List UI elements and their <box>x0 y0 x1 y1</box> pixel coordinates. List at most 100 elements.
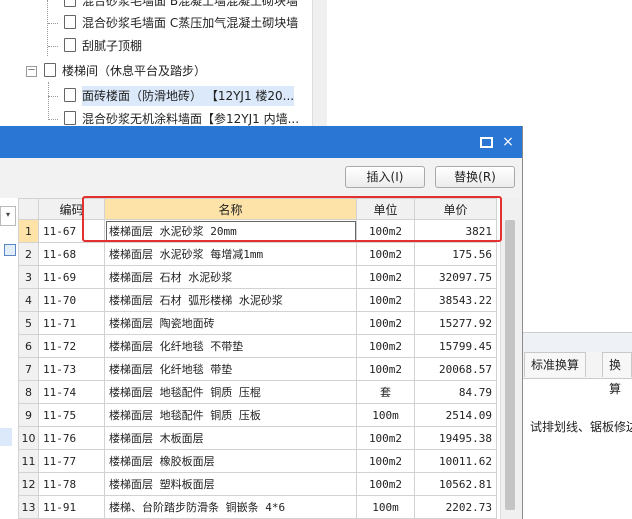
unit-cell[interactable]: 100m2 <box>356 426 415 450</box>
dialog-titlebar[interactable]: × <box>0 126 522 158</box>
price-cell[interactable]: 84.79 <box>414 380 497 404</box>
tree-item[interactable]: 面砖楼面（防滑地砖） 【12YJ1 楼20... <box>64 86 295 106</box>
name-cell[interactable]: 楼梯面层 水泥砂浆 20mm <box>104 219 357 243</box>
unit-cell[interactable]: 100m2 <box>356 472 415 496</box>
name-cell[interactable]: 楼梯面层 地毯配件 铜质 压棍 <box>104 380 357 404</box>
price-cell[interactable]: 32097.75 <box>414 265 497 289</box>
tab-conversion[interactable]: 换算 <box>602 352 632 396</box>
code-cell[interactable]: 11-73 <box>38 357 105 381</box>
name-cell[interactable]: 楼梯面层 木板面层 <box>104 426 357 450</box>
unit-cell[interactable]: 100m2 <box>356 242 415 266</box>
code-cell[interactable]: 11-71 <box>38 311 105 335</box>
row-number[interactable]: 9 <box>18 403 39 427</box>
name-cell[interactable]: 楼梯面层 塑料板面层 <box>104 472 357 496</box>
table-row[interactable]: 5 11-71 楼梯面层 陶瓷地面砖 100m2 15277.92 <box>18 311 497 335</box>
table-row[interactable]: 9 11-75 楼梯面层 地毯配件 铜质 压板 100m 2514.09 <box>18 403 497 427</box>
price-cell[interactable]: 38543.22 <box>414 288 497 312</box>
row-number[interactable]: 10 <box>18 426 39 450</box>
folder-icon[interactable] <box>4 244 16 256</box>
unit-cell[interactable]: 100m <box>356 495 415 519</box>
table-row[interactable]: 8 11-74 楼梯面层 地毯配件 铜质 压棍套 84.79 <box>18 380 497 404</box>
price-cell[interactable]: 15799.45 <box>414 334 497 358</box>
column-header-unit[interactable]: 单位 <box>356 198 415 220</box>
maximize-icon[interactable] <box>480 137 493 148</box>
price-cell[interactable]: 175.56 <box>414 242 497 266</box>
scrollbar-thumb[interactable] <box>505 220 515 510</box>
price-cell[interactable]: 15277.92 <box>414 311 497 335</box>
insert-button[interactable]: 插入(I) <box>345 166 425 188</box>
unit-cell[interactable]: 100m2 <box>356 265 415 289</box>
grid-scrollbar[interactable] <box>500 198 521 519</box>
price-cell[interactable]: 20068.57 <box>414 357 497 381</box>
code-cell[interactable]: 11-77 <box>38 449 105 473</box>
column-header-price[interactable]: 单价 <box>414 198 497 220</box>
row-number[interactable]: 7 <box>18 357 39 381</box>
name-cell[interactable]: 楼梯、台阶踏步防滑条 铜嵌条 4*6 <box>104 495 357 519</box>
price-cell[interactable]: 3821 <box>414 219 497 243</box>
row-number[interactable]: 1 <box>18 219 39 243</box>
code-cell[interactable]: 11-78 <box>38 472 105 496</box>
name-cell[interactable]: 楼梯面层 水泥砂浆 每增减1mm <box>104 242 357 266</box>
unit-cell[interactable]: 100m <box>356 403 415 427</box>
column-header-name[interactable]: 名称 <box>104 198 357 220</box>
name-cell[interactable]: 楼梯面层 陶瓷地面砖 <box>104 311 357 335</box>
price-cell[interactable]: 2202.73 <box>414 495 497 519</box>
row-number[interactable]: 13 <box>18 495 39 519</box>
unit-cell[interactable]: 100m2 <box>356 311 415 335</box>
tree-item[interactable]: 刮腻子顶棚 <box>64 36 142 56</box>
collapse-toggle[interactable]: － <box>26 66 37 77</box>
name-cell[interactable]: 楼梯面层 地毯配件 铜质 压板 <box>104 403 357 427</box>
row-number[interactable]: 4 <box>18 288 39 312</box>
table-row[interactable]: 1 11-67 楼梯面层 水泥砂浆 20mm 100m2 3821 <box>18 219 497 243</box>
name-cell[interactable]: 楼梯面层 化纤地毯 不带垫 <box>104 334 357 358</box>
code-cell[interactable]: 11-68 <box>38 242 105 266</box>
name-cell[interactable]: 楼梯面层 化纤地毯 带垫 <box>104 357 357 381</box>
chevron-down-icon[interactable]: ▾ <box>0 206 16 226</box>
code-cell[interactable]: 11-67 <box>38 219 105 243</box>
price-cell[interactable]: 19495.38 <box>414 426 497 450</box>
name-cell[interactable]: 楼梯面层 石材 弧形楼梯 水泥砂浆 <box>104 288 357 312</box>
table-row[interactable]: 13 11-91 楼梯、台阶踏步防滑条 铜嵌条 4*6 100m 2202.73 <box>18 495 497 519</box>
row-number[interactable]: 2 <box>18 242 39 266</box>
tab-standard-conversion[interactable]: 标准换算 <box>524 352 587 377</box>
unit-cell[interactable]: 100m2 <box>356 288 415 312</box>
code-cell[interactable]: 11-74 <box>38 380 105 404</box>
row-number[interactable]: 3 <box>18 265 39 289</box>
tree-item-folder[interactable]: 楼梯间（休息平台及踏步） <box>44 61 206 81</box>
unit-cell[interactable]: 100m2 <box>356 334 415 358</box>
replace-button[interactable]: 替换(R) <box>435 166 515 188</box>
unit-cell[interactable]: 100m2 <box>356 449 415 473</box>
column-header-code[interactable]: 编码 <box>38 198 105 220</box>
code-cell[interactable]: 11-72 <box>38 334 105 358</box>
table-row[interactable]: 12 11-78 楼梯面层 塑料板面层 100m2 10562.81 <box>18 472 497 496</box>
close-icon[interactable]: × <box>500 134 516 150</box>
code-cell[interactable]: 11-76 <box>38 426 105 450</box>
table-row[interactable]: 4 11-70 楼梯面层 石材 弧形楼梯 水泥砂浆 100m2 38543.22 <box>18 288 497 312</box>
unit-cell[interactable]: 套 <box>356 380 415 404</box>
table-row[interactable]: 2 11-68 楼梯面层 水泥砂浆 每增减1mm 100m2 175.56 <box>18 242 497 266</box>
price-cell[interactable]: 2514.09 <box>414 403 497 427</box>
name-cell[interactable]: 楼梯面层 石材 水泥砂浆 <box>104 265 357 289</box>
table-row[interactable]: 10 11-76 楼梯面层 木板面层 100m2 19495.38 <box>18 426 497 450</box>
tree-item[interactable]: 混合砂浆毛墙面 C蒸压加气混凝土砌块墙 <box>64 13 298 33</box>
table-row[interactable]: 11 11-77 楼梯面层 橡胶板面层 100m2 10011.62 <box>18 449 497 473</box>
row-number[interactable]: 8 <box>18 380 39 404</box>
name-cell[interactable]: 楼梯面层 橡胶板面层 <box>104 449 357 473</box>
row-number[interactable]: 11 <box>18 449 39 473</box>
row-number[interactable]: 12 <box>18 472 39 496</box>
table-row[interactable]: 3 11-69 楼梯面层 石材 水泥砂浆 100m2 32097.75 <box>18 265 497 289</box>
row-number[interactable]: 6 <box>18 334 39 358</box>
table-row[interactable]: 6 11-72 楼梯面层 化纤地毯 不带垫 100m2 15799.45 <box>18 334 497 358</box>
table-row[interactable]: 7 11-73 楼梯面层 化纤地毯 带垫 100m2 20068.57 <box>18 357 497 381</box>
unit-cell[interactable]: 100m2 <box>356 357 415 381</box>
code-cell[interactable]: 11-70 <box>38 288 105 312</box>
code-cell[interactable]: 11-91 <box>38 495 105 519</box>
tree-scrollbar[interactable] <box>312 0 327 126</box>
row-number[interactable]: 5 <box>18 311 39 335</box>
code-cell[interactable]: 11-75 <box>38 403 105 427</box>
unit-cell[interactable]: 100m2 <box>356 219 415 243</box>
code-cell[interactable]: 11-69 <box>38 265 105 289</box>
price-cell[interactable]: 10011.62 <box>414 449 497 473</box>
price-cell[interactable]: 10562.81 <box>414 472 497 496</box>
tree-item[interactable]: 混合砂浆毛墙面 B混凝土墙混凝土砌块墙 <box>64 0 298 11</box>
